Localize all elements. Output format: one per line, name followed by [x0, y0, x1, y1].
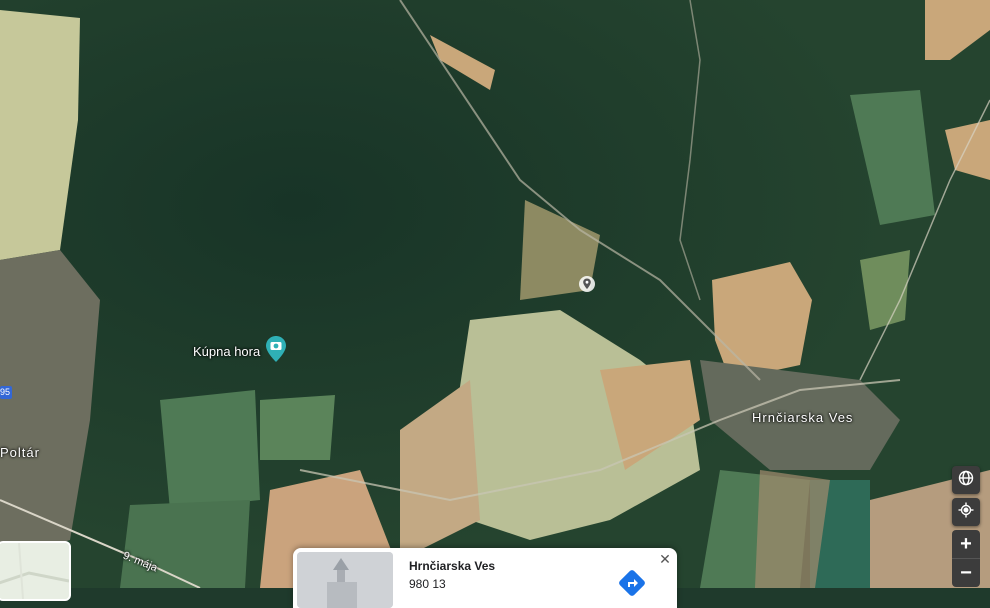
close-icon[interactable]: ✕ [657, 551, 673, 567]
directions-icon [618, 569, 646, 602]
poi-kupna-hora[interactable]: Kúpna hora [193, 336, 287, 367]
zoom-out-button[interactable]: − [952, 558, 980, 587]
poi-label: Kúpna hora [193, 344, 261, 359]
directions-button[interactable] [617, 569, 647, 602]
town-label-hrnciarska-ves[interactable]: Hrnčiarska Ves [752, 410, 853, 425]
meadow-south-2 [120, 500, 250, 588]
location-pin-icon[interactable] [578, 275, 596, 298]
town-label-poltar[interactable]: Poltár [0, 445, 40, 460]
place-postal-code: 980 13 [409, 577, 446, 591]
place-title: Hrnčiarska Ves [409, 559, 496, 573]
my-location-icon [958, 502, 974, 523]
my-location-button[interactable] [952, 498, 980, 526]
camera-pin-icon [266, 336, 287, 367]
meadow-south [260, 395, 335, 460]
globe-view-button[interactable] [952, 466, 980, 494]
layers-thumbnail[interactable] [0, 541, 71, 601]
place-card[interactable]: Hrnčiarska Ves 980 13 ✕ [293, 548, 677, 608]
meadow-southwest [160, 390, 260, 510]
field-east [712, 262, 812, 380]
road-number-label: 95 [0, 387, 11, 397]
globe-icon [958, 470, 974, 491]
satellite-map[interactable] [0, 0, 990, 588]
place-photo[interactable] [297, 552, 393, 608]
zoom-in-button[interactable]: + [952, 530, 980, 558]
zoom-controls: + − [952, 530, 980, 587]
